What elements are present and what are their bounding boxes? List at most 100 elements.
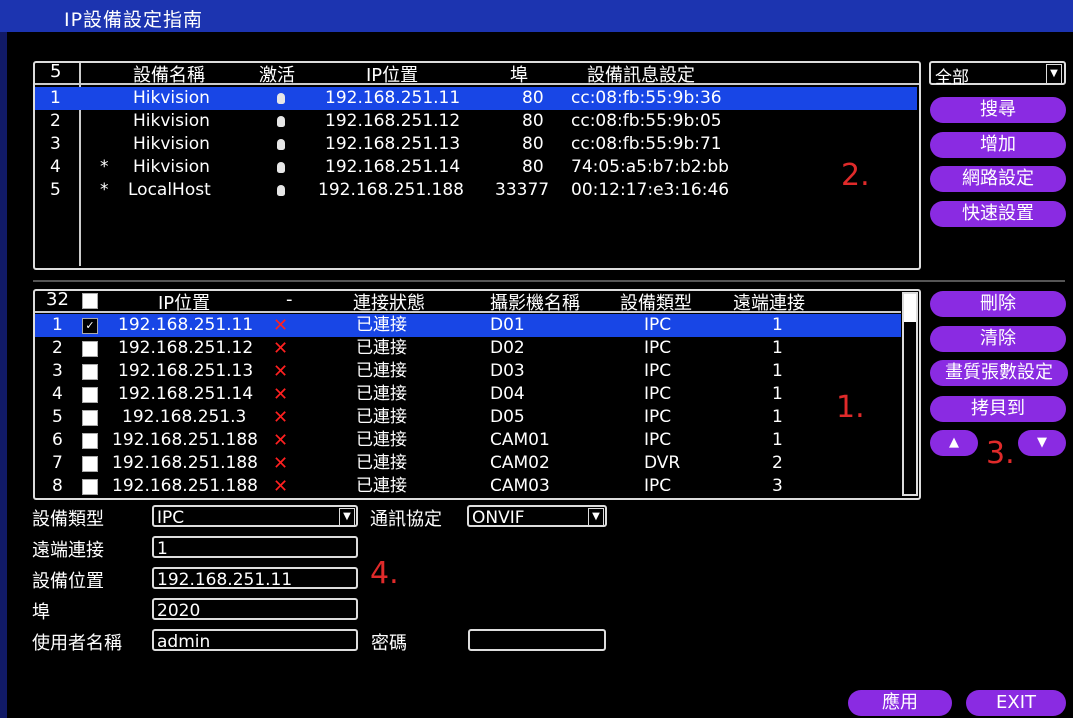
port-field[interactable]: 2020	[152, 598, 358, 621]
row-checkbox[interactable]	[82, 341, 98, 357]
mac-address: 74:05:a5:b7:b2:bb	[571, 157, 729, 177]
chevron-down-icon[interactable]: ▼	[1046, 64, 1062, 84]
table-row[interactable]: 3 192.168.251.13 已連接 D03 IPC 1 ✕	[35, 360, 901, 383]
mac-address: cc:08:fb:55:9b:71	[571, 134, 722, 154]
disconnect-icon[interactable]: ✕	[273, 383, 288, 406]
select-all-checkbox[interactable]	[82, 293, 98, 309]
col-status-header[interactable]: 連接狀態	[353, 289, 425, 315]
table-row[interactable]: 8 192.168.251.188 已連接 CAM03 IPC 3 ✕	[35, 475, 901, 498]
col-ip-header[interactable]: IP位置	[158, 289, 210, 315]
col-port-header[interactable]: 埠	[510, 61, 528, 87]
password-field[interactable]	[468, 629, 606, 651]
disconnect-icon[interactable]: ✕	[273, 406, 288, 429]
table-row[interactable]: 2 192.168.251.12 已連接 D02 IPC 1 ✕	[35, 337, 901, 360]
table-row[interactable]: 7 192.168.251.188 已連接 CAM02 DVR 2 ✕	[35, 452, 901, 475]
table-row[interactable]: 1 ✓ 192.168.251.11 已連接 D01 IPC 1 ✕	[35, 314, 901, 337]
row-checkbox[interactable]	[82, 479, 98, 495]
device-type-select[interactable]: IPC ▼	[152, 505, 358, 528]
ip-address: 192.168.251.14	[118, 384, 254, 404]
delete-button[interactable]: 刪除	[930, 291, 1066, 317]
discovered-row[interactable]: 2 Hikvision 192.168.251.12 80 cc:08:fb:55:9b…	[35, 110, 917, 133]
col-remote-header[interactable]: 遠端連接	[733, 289, 805, 315]
device-type: IPC	[644, 430, 672, 450]
left-edge	[0, 0, 7, 718]
discovered-row[interactable]: 3 Hikvision 192.168.251.13 80 cc:08:fb:55:9b…	[35, 133, 917, 156]
device-type: IPC	[644, 407, 672, 427]
device-name: Hikvision	[133, 157, 210, 177]
ip-address: 192.168.251.11	[325, 88, 461, 108]
apply-button[interactable]: 應用	[848, 690, 952, 716]
connection-status: 已連接	[356, 315, 407, 335]
device-type: IPC	[644, 361, 672, 381]
table-row[interactable]: 4 192.168.251.14 已連接 D04 IPC 1 ✕	[35, 383, 901, 406]
discovered-row[interactable]: 5 * LocalHost 192.168.251.188 33377 00:12:17:…	[35, 179, 917, 202]
disconnect-icon[interactable]: ✕	[273, 314, 288, 337]
col-type-header[interactable]: 設備類型	[620, 289, 692, 315]
move-up-button[interactable]: ▲	[930, 430, 978, 456]
ip-address: 192.168.251.3	[122, 407, 247, 427]
ip-address: 192.168.251.11	[118, 315, 254, 335]
col-active-header[interactable]: 激活	[259, 61, 295, 87]
disconnect-icon[interactable]: ✕	[273, 452, 288, 475]
annotation-3: 3.	[986, 436, 1015, 471]
disconnect-icon[interactable]: ✕	[273, 429, 288, 452]
table-row[interactable]: 5 192.168.251.3 已連接 D05 IPC 1 ✕	[35, 406, 901, 429]
row-index: 2	[50, 111, 61, 131]
scrollbar-thumb[interactable]	[904, 294, 916, 322]
device-type-label: 設備類型	[32, 509, 104, 530]
col-info-header[interactable]: 設備訊息設定	[587, 61, 695, 87]
ip-address: 192.168.251.188	[318, 180, 465, 200]
chevron-down-icon[interactable]: ▼	[588, 508, 604, 526]
clear-button[interactable]: 清除	[930, 326, 1066, 352]
search-button[interactable]: 搜尋	[930, 97, 1066, 123]
row-index: 5	[52, 407, 63, 427]
connection-status: 已連接	[356, 430, 407, 450]
move-down-button[interactable]: ▼	[1018, 430, 1066, 456]
col-name-header[interactable]: 設備名稱	[133, 61, 205, 87]
row-checkbox[interactable]: ✓	[82, 318, 98, 334]
col-ip-header[interactable]: IP位置	[366, 61, 418, 87]
camera-name: D03	[490, 361, 525, 381]
row-index: 1	[50, 88, 61, 108]
chevron-down-icon[interactable]: ▼	[339, 508, 355, 526]
device-address-field[interactable]: 192.168.251.11	[152, 567, 358, 590]
disconnect-icon[interactable]: ✕	[273, 475, 288, 498]
table-row[interactable]: 6 192.168.251.188 已連接 CAM01 IPC 1 ✕	[35, 429, 901, 452]
scrollbar[interactable]	[902, 292, 918, 496]
row-checkbox[interactable]	[82, 387, 98, 403]
mac-address: cc:08:fb:55:9b:05	[571, 111, 722, 131]
ip-address: 192.168.251.13	[118, 361, 254, 381]
discovered-row[interactable]: 1 Hikvision 192.168.251.11 80 cc:08:fb:55:9b…	[35, 87, 917, 110]
exit-button[interactable]: EXIT	[966, 690, 1066, 716]
filter-value: 全部	[935, 68, 969, 88]
discovered-row[interactable]: 4 * Hikvision 192.168.251.14 80 74:05:a5:b7:b…	[35, 156, 917, 179]
remote-channel: 1	[772, 361, 783, 381]
bulb-icon	[277, 93, 285, 104]
row-index: 6	[52, 430, 63, 450]
row-index: 4	[50, 157, 61, 177]
protocol-select[interactable]: ONVIF ▼	[467, 505, 607, 528]
col-camera-header[interactable]: 攝影機名稱	[490, 289, 580, 315]
disconnect-icon[interactable]: ✕	[273, 337, 288, 360]
ip-address: 192.168.251.12	[325, 111, 461, 131]
username-field[interactable]: admin	[152, 629, 358, 652]
copy-to-button[interactable]: 拷貝到	[930, 396, 1066, 422]
quick-setup-button[interactable]: 快速設置	[930, 201, 1066, 227]
device-name: Hikvision	[133, 88, 210, 108]
network-settings-button[interactable]: 網路設定	[930, 166, 1066, 192]
remote-connection-field[interactable]: 1	[152, 536, 358, 559]
col-dash-header[interactable]: -	[286, 289, 293, 310]
mac-address: 00:12:17:e3:16:46	[571, 180, 730, 200]
add-button[interactable]: 增加	[930, 132, 1066, 158]
connection-status: 已連接	[356, 338, 407, 358]
ip-address: 192.168.251.14	[325, 157, 461, 177]
row-checkbox[interactable]	[82, 433, 98, 449]
filter-dropdown[interactable]: 全部 ▼	[929, 61, 1066, 88]
row-checkbox[interactable]	[82, 456, 98, 472]
row-checkbox[interactable]	[82, 410, 98, 426]
disconnect-icon[interactable]: ✕	[273, 360, 288, 383]
row-checkbox[interactable]	[82, 364, 98, 380]
image-quality-settings-button[interactable]: 畫質張數設定	[930, 360, 1068, 386]
window-title: IP設備設定指南	[64, 9, 204, 31]
row-index: 5	[50, 180, 61, 200]
